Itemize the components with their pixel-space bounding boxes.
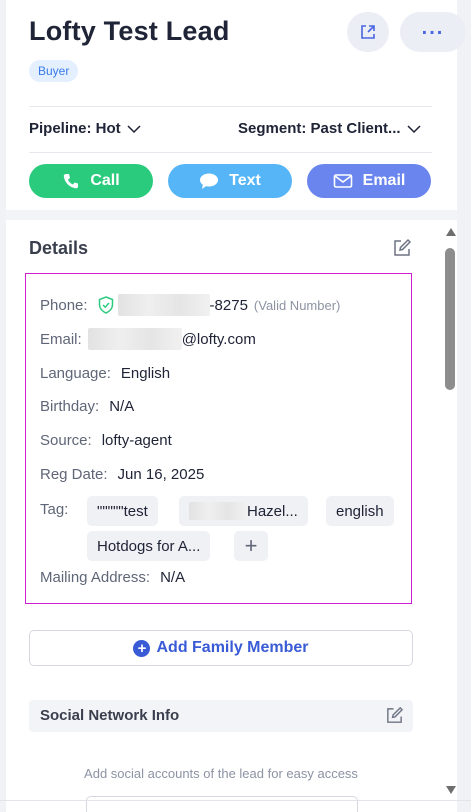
text-label: Text [229, 172, 261, 189]
email-row: Email: @lofty.com [40, 328, 256, 350]
language-label: Language: [40, 365, 111, 382]
shield-check-icon [98, 296, 113, 314]
birthday-value: N/A [109, 398, 135, 415]
source-row: Source: lofty-agent [40, 432, 172, 449]
lead-detail-panel: Lofty Test Lead ... Buyer Pipeline: Hot … [6, 0, 466, 812]
tag-chip[interactable]: english [326, 496, 394, 526]
tag-label: Tag: [40, 501, 69, 518]
social-description: Add social accounts of the lead for easy… [84, 766, 358, 781]
source-label: Source: [40, 432, 92, 449]
mail-icon [333, 174, 352, 188]
social-input-box[interactable] [86, 796, 358, 812]
email-label: Email [362, 172, 406, 189]
source-value: lofty-agent [101, 432, 172, 449]
email-label-text: Email: [40, 330, 82, 348]
add-tag-button[interactable]: + [234, 531, 268, 561]
mailing-row: Mailing Address: N/A [40, 569, 185, 586]
reg-date-row: Reg Date: Jun 16, 2025 [40, 466, 204, 483]
email-redacted [87, 328, 182, 350]
mailing-value: N/A [160, 569, 186, 586]
phone-status: (Valid Number) [253, 297, 341, 313]
reg-date-value: Jun 16, 2025 [117, 466, 205, 483]
tag-chip[interactable]: """""test [87, 496, 158, 526]
bottom-border [0, 800, 471, 801]
pipeline-dropdown[interactable]: Pipeline: Hot [29, 120, 141, 137]
segment-dropdown[interactable]: Segment: Past Client... [238, 120, 421, 137]
share-button[interactable] [347, 12, 389, 52]
mailing-label: Mailing Address: [40, 569, 151, 586]
call-label: Call [90, 172, 120, 189]
phone-value[interactable]: -8275 [210, 297, 248, 314]
scrollbar[interactable] [443, 226, 457, 800]
section-separator [6, 210, 457, 220]
social-title: Social Network Info [40, 707, 180, 724]
lead-name: Lofty Test Lead [29, 16, 230, 46]
pipeline-label: Pipeline: Hot [29, 120, 121, 137]
chevron-down-icon [127, 124, 141, 133]
email-button[interactable]: Email [307, 164, 431, 198]
share-icon [361, 25, 375, 39]
reg-date-label: Reg Date: [40, 466, 108, 483]
more-horizontal-icon: ... [421, 17, 445, 39]
scroll-down-arrow-icon[interactable] [446, 786, 456, 794]
chevron-down-icon [407, 124, 421, 133]
more-options-button[interactable]: ... [400, 12, 466, 52]
call-button[interactable]: Call [29, 164, 153, 198]
language-value: English [120, 365, 171, 382]
phone-row: Phone: -8275 (Valid Number) [40, 294, 340, 316]
text-button[interactable]: Text [168, 164, 292, 198]
tag-chip[interactable]: Hotdogs for A... [87, 531, 211, 561]
tag-row-label: Tag: [40, 501, 78, 518]
social-network-header: Social Network Info [29, 700, 413, 732]
edit-icon[interactable] [392, 238, 412, 258]
tag-chip-label: Hazel... [247, 502, 298, 520]
birthday-row: Birthday: N/A [40, 398, 134, 415]
tag-chip[interactable]: Hazel... [179, 496, 308, 526]
segment-label: Segment: Past Client... [238, 120, 401, 137]
language-row: Language: English [40, 365, 170, 382]
birthday-label: Birthday: [40, 398, 100, 415]
divider [29, 106, 432, 107]
phone-icon [64, 174, 79, 189]
tag-redacted [189, 502, 247, 520]
email-value[interactable]: @lofty.com [182, 331, 256, 348]
plus-circle-icon: + [133, 639, 151, 657]
scrollbar-thumb[interactable] [445, 248, 455, 390]
scroll-up-arrow-icon[interactable] [446, 228, 456, 236]
phone-redacted [117, 294, 210, 316]
divider [29, 152, 432, 153]
add-family-label: Add Family Member [156, 639, 309, 656]
edit-icon[interactable] [385, 706, 404, 725]
phone-label: Phone: [40, 296, 88, 314]
details-title: Details [29, 238, 89, 258]
add-family-member-button[interactable]: + Add Family Member [29, 630, 413, 666]
chat-bubble-icon [200, 173, 219, 189]
lead-type-badge: Buyer [29, 60, 79, 82]
